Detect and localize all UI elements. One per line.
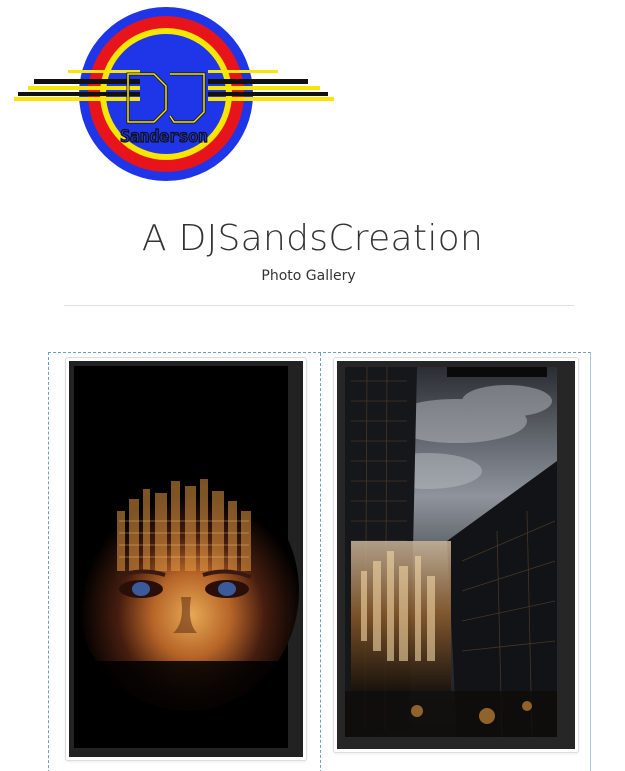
gallery-page: Sanderson A DJSandsCreation Photo Galler… (0, 0, 625, 771)
gallery-photo-card[interactable] (333, 357, 579, 753)
page-title: A DJSandsCreation (141, 218, 484, 259)
svg-text:Sanderson: Sanderson (120, 127, 208, 147)
city-face-photo-icon[interactable] (69, 361, 303, 757)
page-subtitle: Photo Gallery (261, 268, 356, 284)
dj-sanderson-logo-icon[interactable]: Sanderson (8, 4, 338, 184)
photo-gallery-grid (48, 352, 591, 771)
column-separator (320, 353, 321, 771)
gallery-photo-card[interactable] (65, 357, 307, 761)
skyscraper-city-photo-icon[interactable] (337, 361, 575, 749)
header-divider (64, 305, 574, 306)
